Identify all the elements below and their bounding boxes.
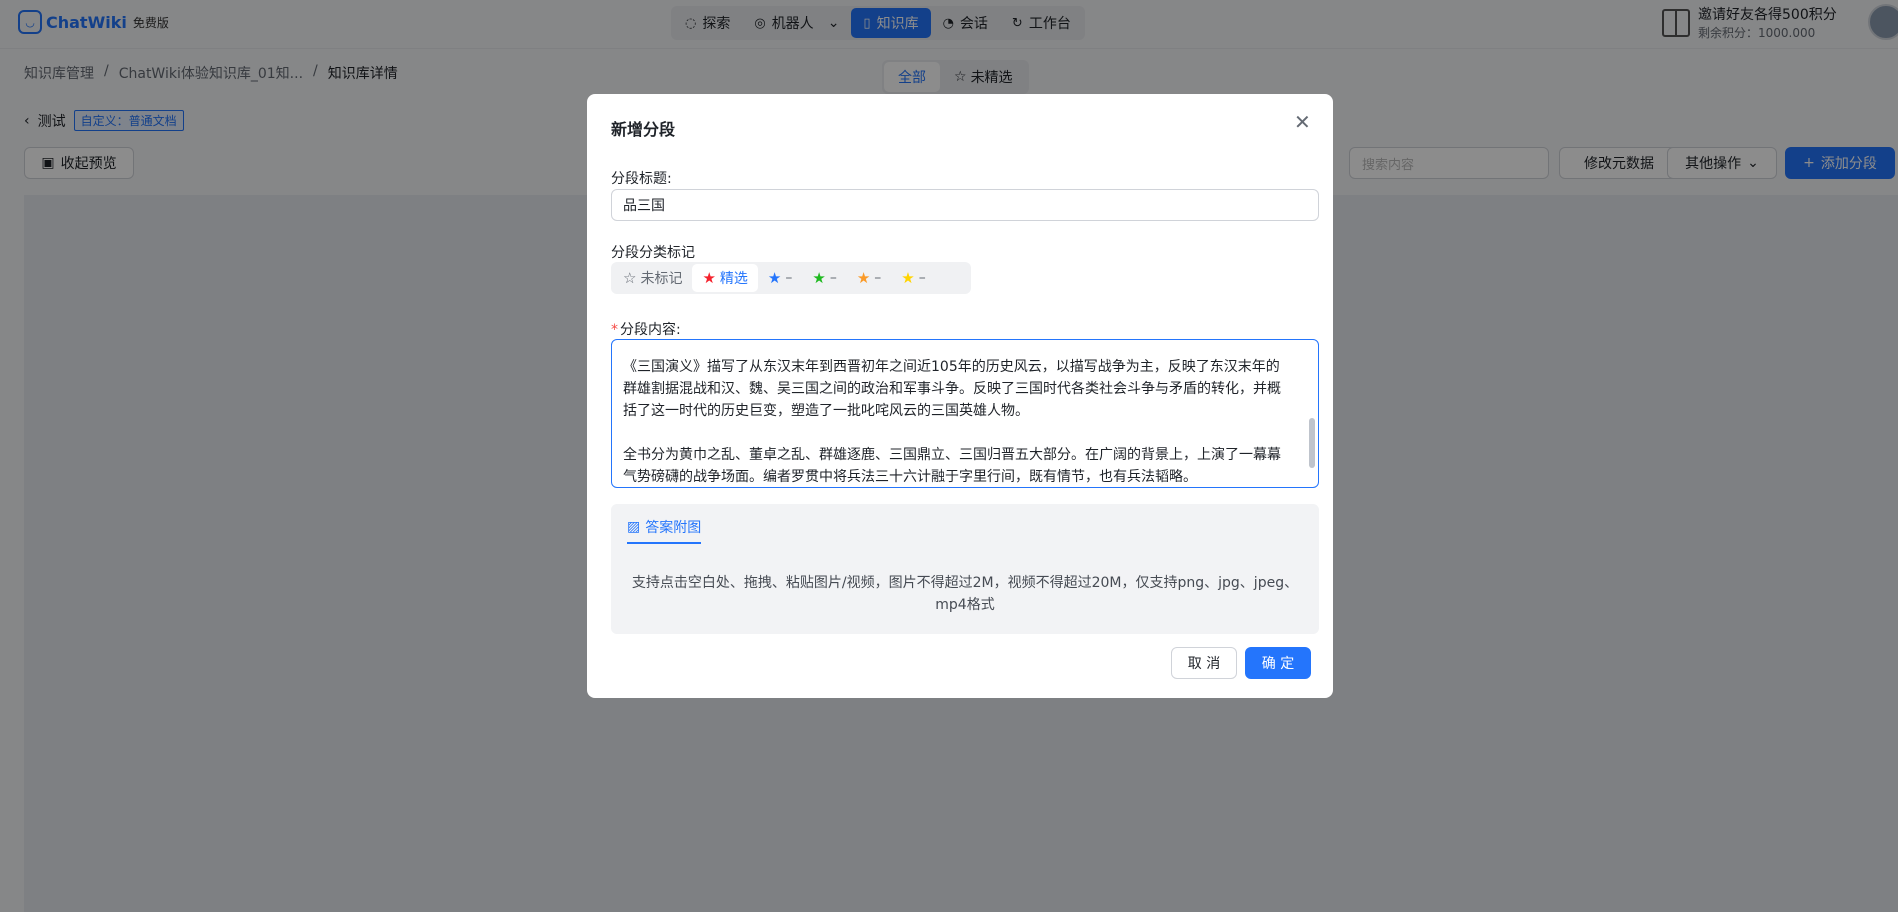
attachment-panel[interactable]: ▨ 答案附图 支持点击空白处、拖拽、粘贴图片/视频，图片不得超过2M，视频不得超过… bbox=[611, 504, 1319, 634]
mark-label-text: 精选 bbox=[719, 271, 748, 287]
mark-selector: ☆ 未标记 ★ 精选 ★ – ★ – ★ – ★ – bbox=[611, 262, 971, 294]
mark-yellow[interactable]: ★ – bbox=[891, 264, 935, 292]
mark-orange[interactable]: ★ – bbox=[847, 264, 891, 292]
segment-title-label: 分段标题: bbox=[611, 171, 672, 187]
star-orange-icon: ★ bbox=[856, 269, 871, 287]
mark-label-text: 未标记 bbox=[640, 271, 683, 287]
confirm-button[interactable]: 确 定 bbox=[1245, 647, 1311, 679]
content-label: * 分段内容: bbox=[611, 319, 681, 339]
star-outline-icon: ☆ bbox=[623, 269, 637, 287]
scrollbar[interactable] bbox=[1309, 418, 1315, 468]
close-icon[interactable]: ✕ bbox=[1294, 110, 1311, 134]
mark-green[interactable]: ★ – bbox=[802, 264, 846, 292]
mark-label-text: – bbox=[874, 270, 882, 286]
mark-none[interactable]: ☆ 未标记 bbox=[613, 264, 692, 292]
star-yellow-icon: ★ bbox=[901, 269, 915, 287]
mark-blue[interactable]: ★ – bbox=[758, 264, 802, 292]
segment-content-textarea[interactable]: 《三国演义》描写了从东汉末年到西晋初年之间近105年的历史风云，以描写战争为主，… bbox=[611, 339, 1319, 488]
add-segment-dialog: 新增分段 ✕ 分段标题: 品三国 分段分类标记 ☆ 未标记 ★ 精选 ★ – ★ – ★… bbox=[587, 94, 1333, 698]
upload-hint: 支持点击空白处、拖拽、粘贴图片/视频，图片不得超过2M，视频不得超过20M，仅支… bbox=[631, 575, 1299, 613]
star-blue-icon: ★ bbox=[767, 269, 782, 287]
image-icon: ▨ bbox=[627, 519, 641, 535]
segment-title-input[interactable]: 品三国 bbox=[611, 189, 1319, 221]
mark-label-text: – bbox=[829, 270, 837, 286]
star-green-icon: ★ bbox=[812, 269, 826, 287]
tab-label: 答案附图 bbox=[645, 520, 702, 536]
cancel-button[interactable]: 取 消 bbox=[1171, 647, 1237, 679]
required-mark: * bbox=[611, 322, 618, 338]
content-paragraph: 全书分为黄巾之乱、董卓之乱、群雄逐鹿、三国鼎立、三国归晋五大部分。在广阔的背景上… bbox=[623, 447, 1281, 485]
star-red-icon: ★ bbox=[702, 269, 716, 287]
tab-answer-image[interactable]: ▨ 答案附图 bbox=[627, 512, 702, 544]
mark-featured[interactable]: ★ 精选 bbox=[692, 264, 758, 292]
mark-label-text: – bbox=[785, 270, 793, 286]
content-label-text: 分段内容: bbox=[620, 322, 681, 338]
mark-label: 分段分类标记 bbox=[611, 245, 695, 261]
mark-label-text: – bbox=[918, 270, 926, 286]
content-paragraph: 《三国演义》描写了从东汉末年到西晋初年之间近105年的历史风云，以描写战争为主，… bbox=[623, 359, 1281, 419]
dialog-title: 新增分段 bbox=[611, 120, 676, 139]
